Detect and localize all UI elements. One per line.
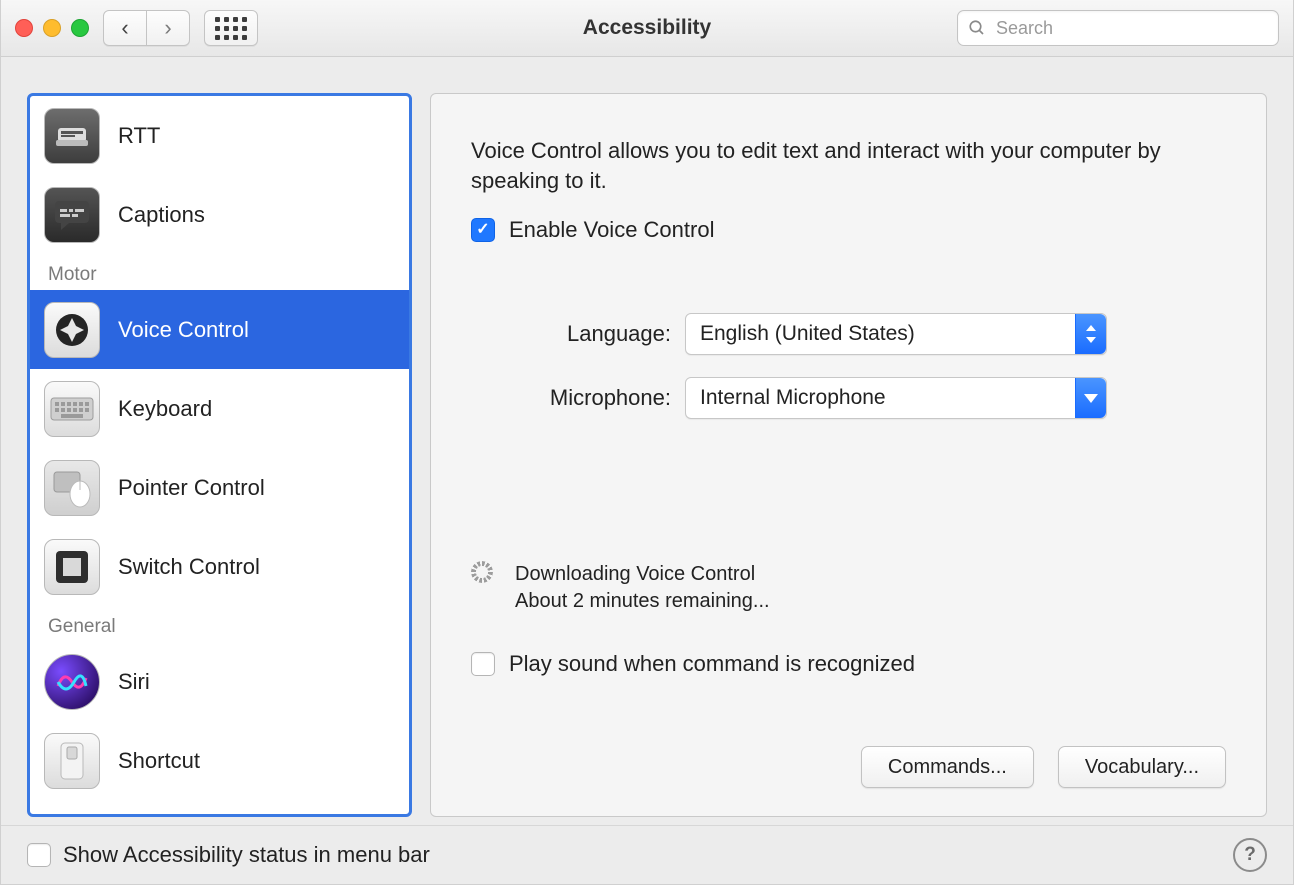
sidebar-item-label: Voice Control — [118, 317, 249, 343]
zoom-window-button[interactable] — [71, 19, 89, 37]
check-icon: ✓ — [476, 222, 489, 238]
rtt-icon — [44, 108, 100, 164]
sidebar-item-label: Pointer Control — [118, 475, 265, 501]
sidebar-item-label: Captions — [118, 202, 205, 228]
switch-control-icon — [44, 539, 100, 595]
microphone-value: Internal Microphone — [686, 386, 1075, 410]
sidebar-item-siri[interactable]: Siri — [30, 642, 409, 721]
chevron-left-icon: ‹ — [121, 17, 128, 39]
forward-button[interactable]: › — [147, 10, 190, 46]
shortcut-icon — [44, 733, 100, 789]
search-icon — [968, 19, 986, 37]
updown-stepper-icon — [1075, 314, 1106, 354]
sidebar-item-label: RTT — [118, 123, 160, 149]
search-input[interactable] — [994, 17, 1268, 40]
vocabulary-button[interactable]: Vocabulary... — [1058, 746, 1226, 788]
sidebar-item-keyboard[interactable]: Keyboard — [30, 369, 409, 448]
chevron-right-icon: › — [164, 17, 171, 39]
keyboard-icon — [44, 381, 100, 437]
show-status-in-menubar-label: Show Accessibility status in menu bar — [63, 842, 430, 868]
sidebar-item-captions[interactable]: Captions — [30, 175, 409, 254]
sidebar-section-motor: Motor — [30, 254, 409, 290]
sidebar-item-pointer-control[interactable]: Pointer Control — [30, 448, 409, 527]
commands-button[interactable]: Commands... — [861, 746, 1034, 788]
language-value: English (United States) — [686, 322, 1075, 346]
voice-control-icon — [44, 302, 100, 358]
sidebar-item-label: Shortcut — [118, 748, 200, 774]
play-sound-checkbox[interactable] — [471, 652, 495, 676]
sidebar-section-general: General — [30, 606, 409, 642]
microphone-label: Microphone: — [471, 385, 671, 411]
show-status-in-menubar-checkbox[interactable] — [27, 843, 51, 867]
close-window-button[interactable] — [15, 19, 33, 37]
show-all-button[interactable] — [204, 10, 258, 46]
language-label: Language: — [471, 321, 671, 347]
help-button[interactable]: ? — [1233, 838, 1267, 872]
category-list[interactable]: RTT Captions Motor Voice Control — [27, 93, 412, 817]
sidebar-item-label: Keyboard — [118, 396, 212, 422]
play-sound-label: Play sound when command is recognized — [509, 651, 915, 677]
download-status: Downloading Voice Control — [515, 561, 770, 588]
panel-description: Voice Control allows you to edit text an… — [471, 136, 1226, 195]
spinner-icon — [471, 561, 493, 583]
minimize-window-button[interactable] — [43, 19, 61, 37]
grid-icon — [215, 17, 247, 40]
sidebar-item-voice-control[interactable]: Voice Control — [30, 290, 409, 369]
sidebar-item-shortcut[interactable]: Shortcut — [30, 721, 409, 800]
sidebar-item-rtt[interactable]: RTT — [30, 96, 409, 175]
download-remaining: About 2 minutes remaining... — [515, 588, 770, 615]
pointer-control-icon — [44, 460, 100, 516]
chevron-down-icon — [1075, 378, 1106, 418]
sidebar-item-label: Siri — [118, 669, 150, 695]
search-field[interactable] — [957, 10, 1279, 46]
enable-voice-control-checkbox[interactable]: ✓ — [471, 218, 495, 242]
microphone-select[interactable]: Internal Microphone — [685, 377, 1107, 419]
captions-icon — [44, 187, 100, 243]
enable-voice-control-label: Enable Voice Control — [509, 217, 714, 243]
back-button[interactable]: ‹ — [103, 10, 147, 46]
siri-icon — [44, 654, 100, 710]
language-select[interactable]: English (United States) — [685, 313, 1107, 355]
sidebar-item-switch-control[interactable]: Switch Control — [30, 527, 409, 606]
sidebar-item-label: Switch Control — [118, 554, 260, 580]
